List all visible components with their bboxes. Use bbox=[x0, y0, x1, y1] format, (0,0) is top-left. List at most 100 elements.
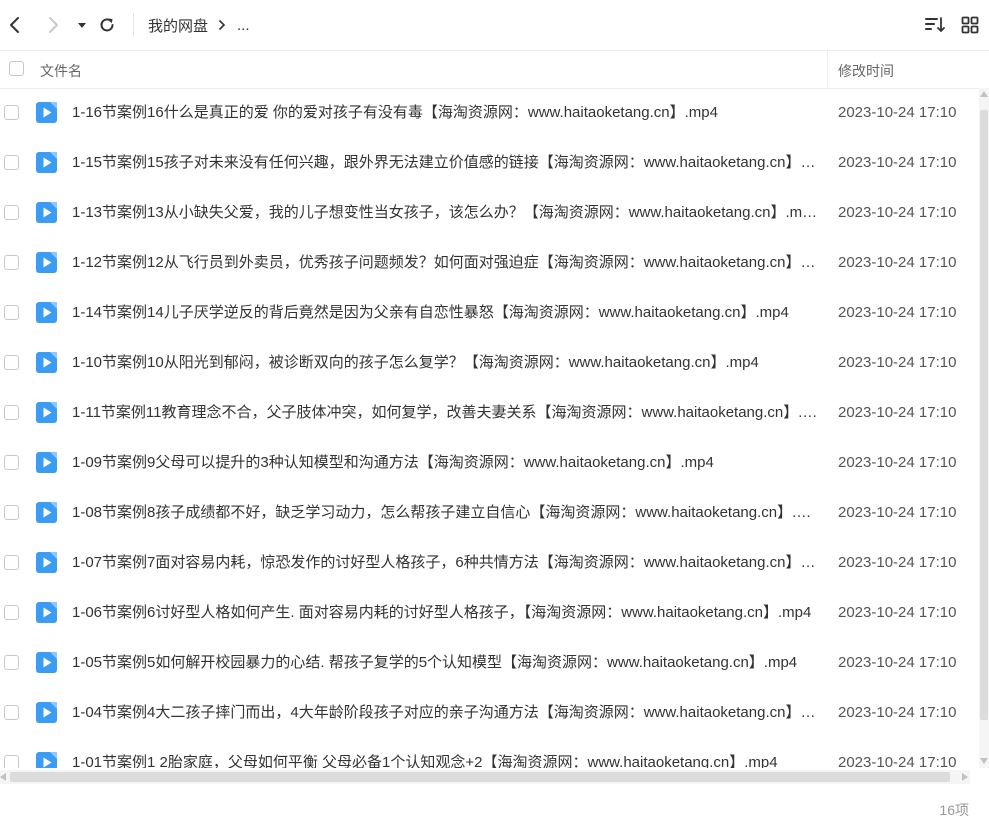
video-file-icon bbox=[36, 402, 57, 423]
toolbar-divider bbox=[133, 13, 134, 37]
breadcrumb-chevron-icon bbox=[218, 19, 226, 31]
file-name[interactable]: 1-13节案例13从小缺失父爱，我的儿子想变性当女孩子，该怎么办？【海淘资源网：… bbox=[72, 203, 818, 223]
horizontal-scrollbar[interactable] bbox=[0, 770, 970, 784]
chevron-right-icon bbox=[49, 17, 58, 33]
refresh-button[interactable] bbox=[96, 14, 118, 36]
row-checkbox[interactable] bbox=[4, 305, 19, 320]
vertical-scroll-thumb[interactable] bbox=[980, 110, 988, 720]
back-button[interactable] bbox=[4, 14, 26, 36]
file-modified-time: 2023-10-24 17:10 bbox=[838, 754, 957, 768]
chevron-left-icon bbox=[10, 17, 19, 33]
row-checkbox[interactable] bbox=[4, 505, 19, 520]
breadcrumb: 我的网盘 ... bbox=[148, 15, 250, 35]
file-row[interactable]: 1-04节案例4大二孩子摔门而出，4大年龄阶段孩子对应的亲子沟通方法【海淘资源网… bbox=[0, 688, 978, 738]
file-row[interactable]: 1-16节案例16什么是真正的爱 你的爱对孩子有没有毒【海淘资源网：www.ha… bbox=[0, 88, 978, 138]
file-modified-time: 2023-10-24 17:10 bbox=[838, 554, 957, 571]
time-column-header[interactable]: 修改时间 bbox=[838, 61, 894, 81]
video-file-icon bbox=[36, 102, 57, 123]
file-row[interactable]: 1-10节案例10从阳光到郁闷，被诊断双向的孩子怎么复学？【海淘资源网：www.… bbox=[0, 338, 978, 388]
file-row[interactable]: 1-11节案例11教育理念不合，父子肢体冲突，如何复学，改善夫妻关系【海淘资源网… bbox=[0, 388, 978, 438]
file-row[interactable]: 1-12节案例12从飞行员到外卖员，优秀孩子问题频发？如何面对强迫症【海淘资源网… bbox=[0, 238, 978, 288]
video-file-icon bbox=[36, 352, 57, 373]
file-name[interactable]: 1-06节案例6讨好型人格如何产生. 面对容易内耗的讨好型人格孩子，【海淘资源网… bbox=[72, 603, 818, 623]
name-column-header[interactable]: 文件名 bbox=[40, 61, 82, 81]
row-checkbox[interactable] bbox=[4, 105, 19, 120]
scroll-down-arrow-icon[interactable] bbox=[980, 758, 988, 764]
file-name[interactable]: 1-04节案例4大二孩子摔门而出，4大年龄阶段孩子对应的亲子沟通方法【海淘资源网… bbox=[72, 703, 818, 723]
item-count: 16项 bbox=[939, 802, 969, 818]
video-file-icon bbox=[36, 702, 57, 723]
file-name[interactable]: 1-07节案例7面对容易内耗，惊恐发作的讨好型人格孩子，6种共情方法【海淘资源网… bbox=[72, 553, 818, 573]
breadcrumb-ellipsis[interactable]: ... bbox=[237, 17, 250, 34]
file-name[interactable]: 1-12节案例12从飞行员到外卖员，优秀孩子问题频发？如何面对强迫症【海淘资源网… bbox=[72, 253, 818, 273]
video-file-icon bbox=[36, 652, 57, 673]
sort-button[interactable] bbox=[924, 14, 946, 36]
scroll-up-arrow-icon[interactable] bbox=[980, 91, 988, 97]
row-checkbox[interactable] bbox=[4, 205, 19, 220]
file-name[interactable]: 1-15节案例15孩子对未来没有任何兴趣，跟外界无法建立价值感的链接【海淘资源网… bbox=[72, 153, 818, 173]
row-checkbox[interactable] bbox=[4, 755, 19, 768]
file-name[interactable]: 1-08节案例8孩子成绩都不好，缺乏学习动力，怎么帮孩子建立自信心【海淘资源网：… bbox=[72, 503, 818, 523]
sort-icon bbox=[925, 17, 945, 32]
file-modified-time: 2023-10-24 17:10 bbox=[838, 654, 957, 671]
select-all-checkbox[interactable] bbox=[9, 61, 24, 76]
file-modified-time: 2023-10-24 17:10 bbox=[838, 104, 957, 121]
refresh-icon bbox=[100, 18, 114, 32]
file-row[interactable]: 1-05节案例5如何解开校园暴力的心结. 帮孩子复学的5个认知模型【海淘资源网：… bbox=[0, 638, 978, 688]
video-file-icon bbox=[36, 152, 57, 173]
file-row[interactable]: 1-09节案例9父母可以提升的3种认知模型和沟通方法【海淘资源网：www.hai… bbox=[0, 438, 978, 488]
video-file-icon bbox=[36, 602, 57, 623]
row-checkbox[interactable] bbox=[4, 605, 19, 620]
file-name[interactable]: 1-09节案例9父母可以提升的3种认知模型和沟通方法【海淘资源网：www.hai… bbox=[72, 453, 818, 473]
vertical-scrollbar[interactable] bbox=[979, 88, 989, 768]
file-row[interactable]: 1-01节案例1 2胎家庭，父母如何平衡 父母必备1个认知观念+2【海淘资源网：… bbox=[0, 738, 978, 768]
grid-view-icon bbox=[961, 16, 979, 34]
video-file-icon bbox=[36, 302, 57, 323]
file-modified-time: 2023-10-24 17:10 bbox=[838, 204, 957, 221]
file-name[interactable]: 1-16节案例16什么是真正的爱 你的爱对孩子有没有毒【海淘资源网：www.ha… bbox=[72, 103, 818, 123]
file-modified-time: 2023-10-24 17:10 bbox=[838, 354, 957, 371]
row-checkbox[interactable] bbox=[4, 655, 19, 670]
file-modified-time: 2023-10-24 17:10 bbox=[838, 604, 957, 621]
file-name[interactable]: 1-01节案例1 2胎家庭，父母如何平衡 父母必备1个认知观念+2【海淘资源网：… bbox=[72, 753, 818, 768]
row-checkbox[interactable] bbox=[4, 705, 19, 720]
file-row[interactable]: 1-15节案例15孩子对未来没有任何兴趣，跟外界无法建立价值感的链接【海淘资源网… bbox=[0, 138, 978, 188]
view-toggle-button[interactable] bbox=[959, 14, 981, 36]
row-checkbox[interactable] bbox=[4, 255, 19, 270]
video-file-icon bbox=[36, 452, 57, 473]
file-name[interactable]: 1-11节案例11教育理念不合，父子肢体冲突，如何复学，改善夫妻关系【海淘资源网… bbox=[72, 403, 818, 423]
row-checkbox[interactable] bbox=[4, 155, 19, 170]
file-row[interactable]: 1-13节案例13从小缺失父爱，我的儿子想变性当女孩子，该怎么办？【海淘资源网：… bbox=[0, 188, 978, 238]
file-row[interactable]: 1-06节案例6讨好型人格如何产生. 面对容易内耗的讨好型人格孩子，【海淘资源网… bbox=[0, 588, 978, 638]
file-name[interactable]: 1-14节案例14儿子厌学逆反的背后竟然是因为父亲有自恋性暴怒【海淘资源网：ww… bbox=[72, 303, 818, 323]
file-modified-time: 2023-10-24 17:10 bbox=[838, 154, 957, 171]
history-dropdown-button[interactable] bbox=[71, 14, 93, 36]
caret-down-icon bbox=[78, 23, 86, 28]
file-modified-time: 2023-10-24 17:10 bbox=[838, 304, 957, 321]
file-name[interactable]: 1-10节案例10从阳光到郁闷，被诊断双向的孩子怎么复学？【海淘资源网：www.… bbox=[72, 353, 818, 373]
video-file-icon bbox=[36, 752, 57, 768]
toolbar: 我的网盘 ... bbox=[0, 0, 989, 51]
row-checkbox[interactable] bbox=[4, 455, 19, 470]
file-modified-time: 2023-10-24 17:10 bbox=[838, 504, 957, 521]
file-row[interactable]: 1-14节案例14儿子厌学逆反的背后竟然是因为父亲有自恋性暴怒【海淘资源网：ww… bbox=[0, 288, 978, 338]
row-checkbox[interactable] bbox=[4, 405, 19, 420]
file-row[interactable]: 1-07节案例7面对容易内耗，惊恐发作的讨好型人格孩子，6种共情方法【海淘资源网… bbox=[0, 538, 978, 588]
row-checkbox[interactable] bbox=[4, 555, 19, 570]
breadcrumb-root[interactable]: 我的网盘 bbox=[148, 15, 208, 36]
row-checkbox[interactable] bbox=[4, 355, 19, 370]
horizontal-scroll-thumb[interactable] bbox=[10, 772, 950, 782]
column-divider[interactable] bbox=[827, 50, 828, 88]
forward-button[interactable] bbox=[42, 14, 64, 36]
file-list: 1-16节案例16什么是真正的爱 你的爱对孩子有没有毒【海淘资源网：www.ha… bbox=[0, 88, 978, 768]
scroll-right-arrow-icon[interactable] bbox=[962, 773, 968, 781]
scroll-left-arrow-icon[interactable] bbox=[0, 773, 6, 781]
video-file-icon bbox=[36, 552, 57, 573]
file-modified-time: 2023-10-24 17:10 bbox=[838, 704, 957, 721]
file-row[interactable]: 1-08节案例8孩子成绩都不好，缺乏学习动力，怎么帮孩子建立自信心【海淘资源网：… bbox=[0, 488, 978, 538]
file-modified-time: 2023-10-24 17:10 bbox=[838, 404, 957, 421]
video-file-icon bbox=[36, 202, 57, 223]
column-header: 文件名 修改时间 bbox=[0, 50, 989, 89]
video-file-icon bbox=[36, 502, 57, 523]
file-name[interactable]: 1-05节案例5如何解开校园暴力的心结. 帮孩子复学的5个认知模型【海淘资源网：… bbox=[72, 653, 818, 673]
